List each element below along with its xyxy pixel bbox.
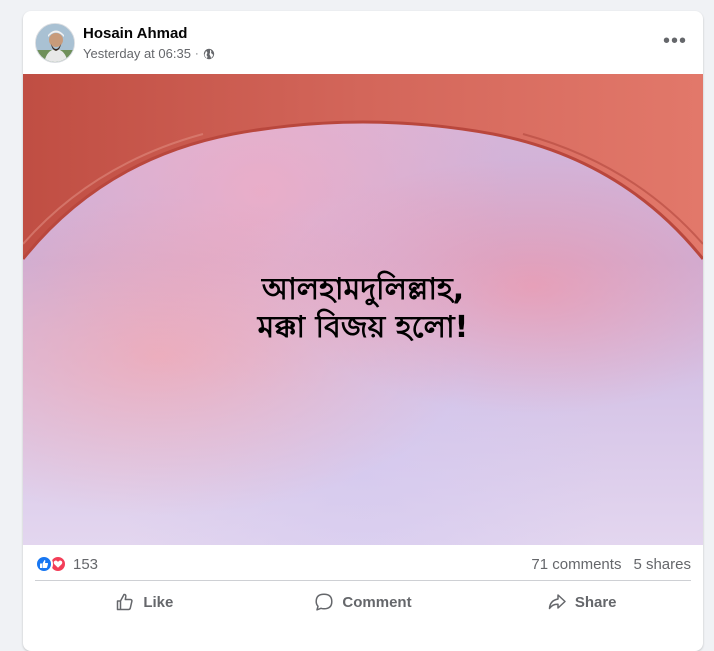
like-button[interactable]: Like [35,583,254,621]
post-header: Hosain Ahmad Yesterday at 06:35 · ••• [23,11,703,74]
globe-icon[interactable] [203,48,215,60]
post-image[interactable]: আলহামদুলিল্লাহ, মক্কা বিজয় হলো! [23,74,703,545]
caption-line-1: আলহামদুলিল্লাহ, [261,272,465,307]
stats-divider [35,580,691,581]
image-caption: আলহামদুলিল্লাহ, মক্কা বিজয় হলো! [23,271,703,347]
post-card: Hosain Ahmad Yesterday at 06:35 · ••• আল… [23,11,703,651]
comment-label: Comment [342,593,412,611]
post-meta: Yesterday at 06:35 · [83,46,215,61]
like-icon [35,555,53,573]
share-arrow-icon [548,594,566,610]
thumbs-up-icon [117,593,133,611]
post-actions: Like Comment Share [35,583,691,621]
share-label: Share [574,593,617,611]
post-timestamp[interactable]: Yesterday at 06:35 [83,46,191,61]
meta-separator: · [194,47,199,60]
share-button[interactable]: Share [472,583,691,621]
avatar[interactable] [35,23,75,63]
shares-count-link[interactable]: 5 shares [633,556,691,573]
comment-bubble-icon [315,593,333,611]
like-label: Like [143,593,174,611]
reaction-count: 153 [73,555,99,573]
author-name[interactable]: Hosain Ahmad [83,25,187,42]
reactions-summary[interactable]: 153 [35,555,98,573]
engagement-stats: 153 71 comments 5 shares [35,551,691,577]
more-options-icon: ••• [662,29,687,52]
comment-button[interactable]: Comment [254,583,473,621]
avatar-photo [36,24,74,62]
more-options-button[interactable]: ••• [657,27,693,55]
caption-line-2: মক্কা বিজয় হলো! [257,310,469,345]
comments-count-link[interactable]: 71 comments [531,556,621,573]
